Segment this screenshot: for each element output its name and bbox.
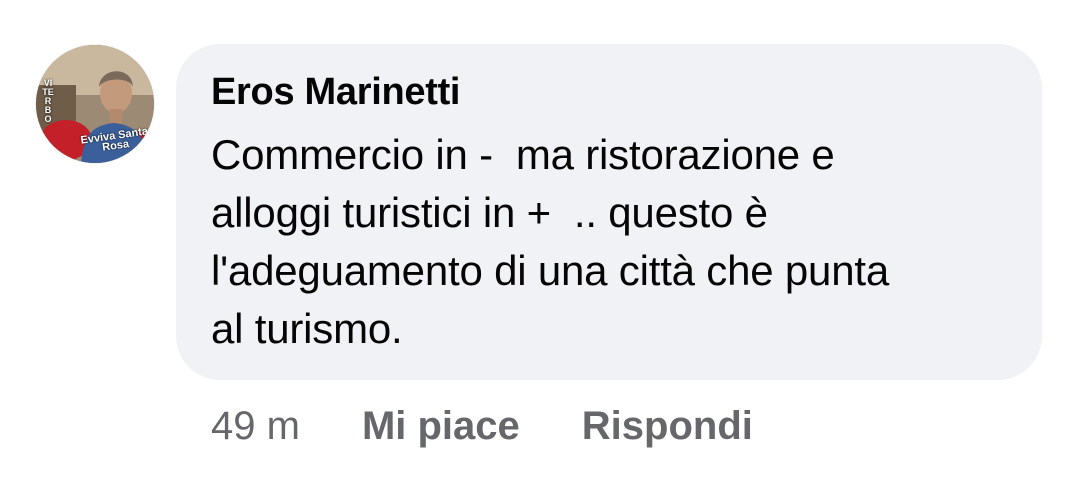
comment-author[interactable]: Eros Marinetti [211, 68, 1008, 116]
comment: VITERBO Evviva Santa Rosa Eros Marinetti… [0, 0, 1079, 479]
comment-actions: 49 m Mi piace Rispondi [211, 400, 753, 452]
like-button[interactable]: Mi piace [362, 400, 520, 452]
reply-button[interactable]: Rispondi [582, 400, 753, 452]
avatar[interactable]: VITERBO Evviva Santa Rosa [36, 45, 154, 163]
comment-text: Commercio in - ma ristorazione e alloggi… [211, 131, 889, 352]
avatar-side-text: VITERBO [42, 78, 54, 124]
comment-timestamp[interactable]: 49 m [211, 400, 300, 452]
comment-bubble: Eros Marinetti Commercio in - ma ristora… [176, 44, 1042, 380]
